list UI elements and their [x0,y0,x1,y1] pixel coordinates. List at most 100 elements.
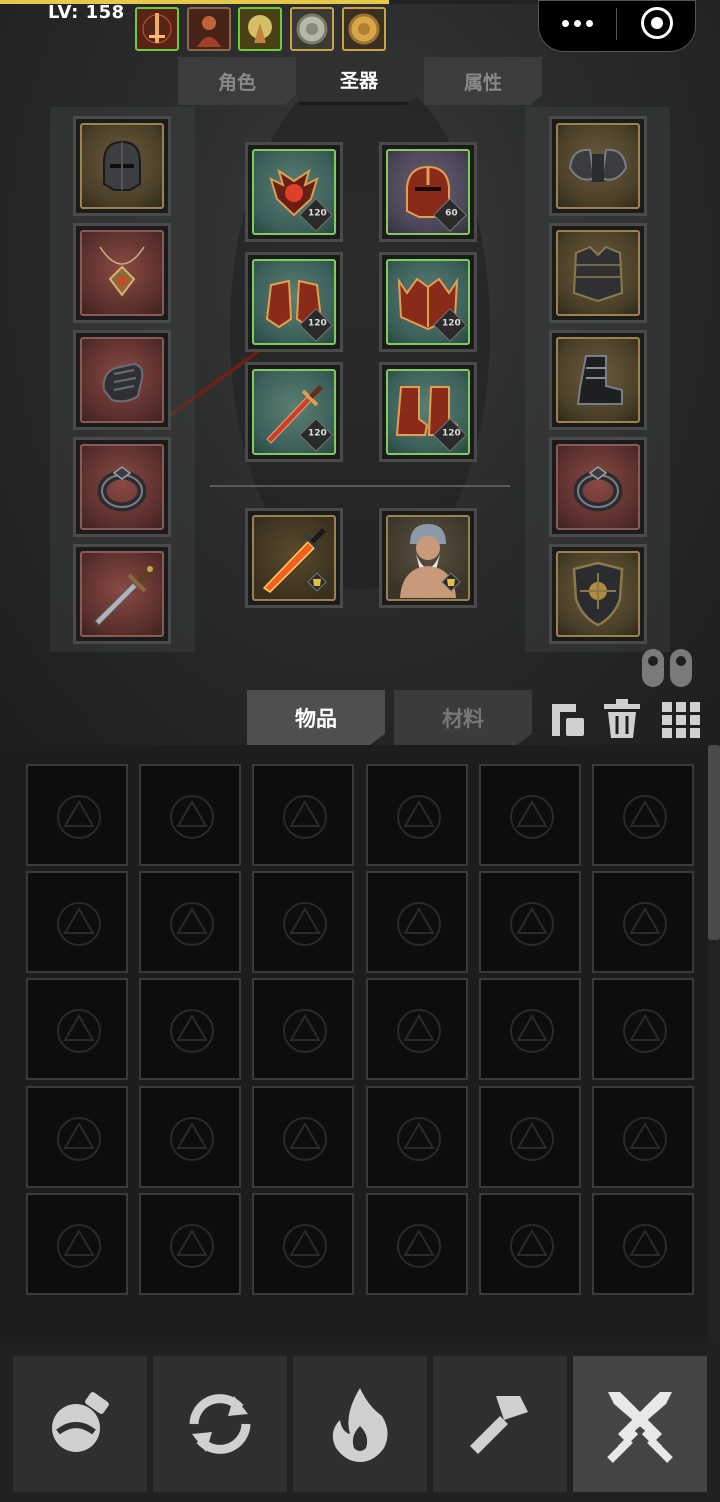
empty-slot-triangle-icon [170,902,215,947]
shield-icon [572,561,624,627]
empty-slot-triangle-icon [283,1116,328,1161]
inventory-slot[interactable] [478,764,581,866]
shoulder-armor-icon [568,148,628,182]
empty-slot-triangle-icon [57,795,101,839]
ring-icon [573,466,623,512]
artifact-slot-gloves[interactable]: 120 [245,252,343,352]
artifact-slot-helmet[interactable]: 60 [379,142,477,242]
empty-slot-triangle-icon [396,795,441,839]
tab-character[interactable]: 角色 [178,57,296,105]
equip-slot-ring-2[interactable] [549,437,647,537]
artifact-slot-boots[interactable]: 120 [379,362,477,462]
inventory-slot[interactable] [478,1192,581,1295]
inventory-slot[interactable] [26,871,128,974]
grid-icon[interactable] [660,700,702,740]
inventory-slot[interactable] [478,978,581,1081]
inventory-slot[interactable] [592,1085,694,1188]
inventory-slot[interactable] [592,978,694,1081]
empty-slot-triangle-icon [623,1009,667,1054]
inventory-slot[interactable] [252,1192,355,1295]
holy-light-buff-icon[interactable] [238,7,282,51]
empty-slot-triangle-icon [623,795,667,839]
inventory-slot[interactable] [478,871,581,974]
inventory-slot[interactable] [592,1192,694,1295]
empty-slot-triangle-icon [623,902,667,947]
empty-slot-triangle-icon [283,1009,328,1054]
trash-icon[interactable] [602,698,642,740]
nav-battle[interactable] [573,1356,707,1492]
inventory-slot[interactable] [139,1192,242,1295]
inventory-slot[interactable] [26,978,128,1081]
equip-slot-amulet[interactable] [73,223,171,323]
inventory-slot[interactable] [252,871,355,974]
empty-slot-triangle-icon [509,1223,554,1268]
artifact-level: 120 [308,208,327,219]
equip-slot-boots[interactable] [549,330,647,430]
empty-slot-triangle-icon [283,902,328,947]
inventory-slot[interactable] [365,978,468,1081]
equip-slot-gauntlet[interactable] [73,330,171,430]
empty-slot-triangle-icon [57,1009,101,1054]
nav-hammer[interactable] [433,1356,567,1492]
warrior-buff-icon[interactable] [187,7,231,51]
chest-armor-icon [572,245,624,303]
sort-icon[interactable] [548,700,588,740]
empty-slot-triangle-icon [396,1116,441,1161]
empty-slot-triangle-icon [170,1009,215,1054]
inventory-slot[interactable] [592,871,694,974]
artifact-level: 120 [442,318,461,329]
inventory-slot[interactable] [26,1085,128,1188]
special-slot-fire-sword[interactable] [245,508,343,608]
gauntlet-icon [102,362,144,403]
artifact-level: 120 [442,428,461,439]
empty-slot-triangle-icon [57,1116,101,1161]
artifact-level: 120 [308,428,327,439]
nav-fire[interactable] [293,1356,427,1492]
inventory-slot[interactable] [478,1085,581,1188]
gold-coin-buff-icon[interactable] [342,7,386,51]
potion-icon [52,1392,109,1452]
equip-slot-shield[interactable] [549,544,647,644]
empty-slot-triangle-icon [509,1009,554,1054]
artifact-level: 120 [308,318,327,329]
tab-materials[interactable]: 材料 [394,690,532,746]
inventory-slot[interactable] [252,978,355,1081]
inventory-slot[interactable] [139,978,242,1081]
toggle-view-icon[interactable] [640,645,694,689]
silver-coin-buff-icon[interactable] [290,7,334,51]
empty-slot-triangle-icon [170,795,215,839]
nav-refresh[interactable] [153,1356,287,1492]
empty-slot-triangle-icon [57,1223,101,1268]
tab-attributes[interactable]: 属性 [424,57,542,105]
equip-slot-chest[interactable] [549,223,647,323]
artifact-slot-armor[interactable]: 120 [379,252,477,352]
empty-slot-triangle-icon [170,1116,215,1161]
inventory-slot[interactable] [139,1085,242,1188]
sword-buff-icon[interactable] [135,7,179,51]
inventory-slot[interactable] [252,764,355,866]
inventory-slot[interactable] [252,1085,355,1188]
inventory-slot[interactable] [365,1085,468,1188]
nav-potion[interactable] [13,1356,147,1492]
inventory-slot[interactable] [26,764,128,866]
equip-slot-helmet[interactable] [73,116,171,216]
inventory-slot[interactable] [365,764,468,866]
artifact-slot-amulet[interactable]: 120 [245,142,343,242]
tab-items[interactable]: 物品 [247,690,385,746]
inventory-slot[interactable] [26,1192,128,1295]
inventory-slot[interactable] [365,1192,468,1295]
tab-artifact[interactable]: 圣器 [300,57,418,105]
armor-badge-icon [307,572,327,592]
artifact-level: 60 [445,208,458,219]
inventory-slot[interactable] [365,871,468,974]
target-close-icon[interactable] [641,7,673,39]
artifact-slot-weapon[interactable]: 120 [245,362,343,462]
inventory-slot[interactable] [592,764,694,866]
equip-slot-shoulder[interactable] [549,116,647,216]
inventory-slot[interactable] [139,764,242,866]
equip-slot-ring[interactable] [73,437,171,537]
equip-slot-weapon[interactable] [73,544,171,644]
inventory-scroll-thumb[interactable] [708,745,720,940]
inventory-slot[interactable] [139,871,242,974]
special-slot-hero[interactable] [379,508,477,608]
